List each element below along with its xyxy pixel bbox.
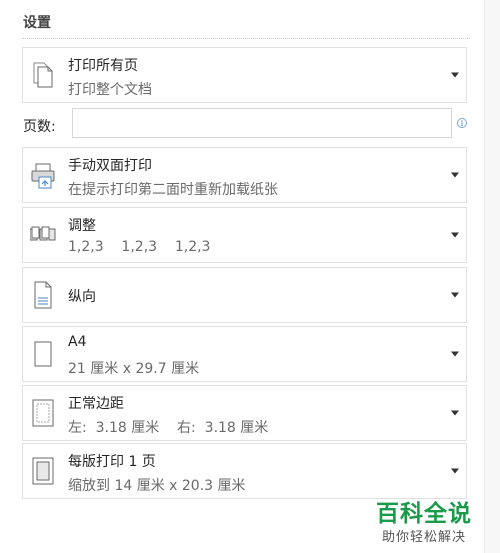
chevron-down-icon [451,232,459,238]
watermark-logo: 百科全说 [376,501,472,527]
print-range-title: 打印所有页 [68,58,138,74]
margins-icon [32,399,54,427]
chevron-down-icon [451,410,459,416]
collate-title: 调整 [68,218,96,234]
scrollbar[interactable] [484,0,500,553]
duplex-subtitle: 在提示打印第二面时重新加载纸张 [68,182,278,198]
heading-divider [22,38,470,39]
duplex-dropdown[interactable]: 手动双面打印 在提示打印第二面时重新加载纸张 [22,147,467,203]
paper-size-dropdown[interactable]: A4 21 厘米 x 29.7 厘米 [22,326,467,382]
collate-icon [30,226,56,241]
settings-heading: 设置 [23,15,51,31]
orientation-title: 纵向 [68,289,96,305]
pages-per-sheet-icon [32,457,54,485]
pages-input[interactable] [72,108,452,138]
chevron-down-icon [451,72,459,78]
paper-size-icon [34,341,52,367]
watermark-tagline: 助你轻松解决 [382,530,467,545]
pages-label: 页数: [23,119,56,135]
collate-dropdown[interactable]: 调整 1,2,3 1,2,3 1,2,3 [22,207,467,263]
paper-size-title: A4 [68,334,87,350]
collate-subtitle: 1,2,3 1,2,3 1,2,3 [68,239,211,255]
print-range-subtitle: 打印整个文档 [68,82,152,98]
chevron-down-icon [451,468,459,474]
pages-per-sheet-dropdown[interactable]: 每版打印 1 页 缩放到 14 厘米 x 20.3 厘米 [22,443,467,499]
chevron-down-icon [451,172,459,178]
margins-dropdown[interactable]: 正常边距 左: 3.18 厘米 右: 3.18 厘米 [22,385,467,441]
margins-subtitle: 左: 3.18 厘米 右: 3.18 厘米 [68,420,269,436]
duplex-title: 手动双面打印 [68,158,152,174]
print-range-dropdown[interactable]: 打印所有页 打印整个文档 [22,47,467,103]
margins-title: 正常边距 [68,396,124,412]
chevron-down-icon [451,292,459,298]
printer-duplex-icon [31,163,55,189]
paper-size-subtitle: 21 厘米 x 29.7 厘米 [68,361,200,377]
portrait-page-icon [34,281,52,309]
pages-per-sheet-title: 每版打印 1 页 [68,454,156,470]
orientation-dropdown[interactable]: 纵向 [22,267,467,323]
chevron-down-icon [451,351,459,357]
info-icon[interactable]: i [457,118,467,128]
pages-per-sheet-subtitle: 缩放到 14 厘米 x 20.3 厘米 [68,478,246,494]
pages-stack-icon [33,62,53,88]
